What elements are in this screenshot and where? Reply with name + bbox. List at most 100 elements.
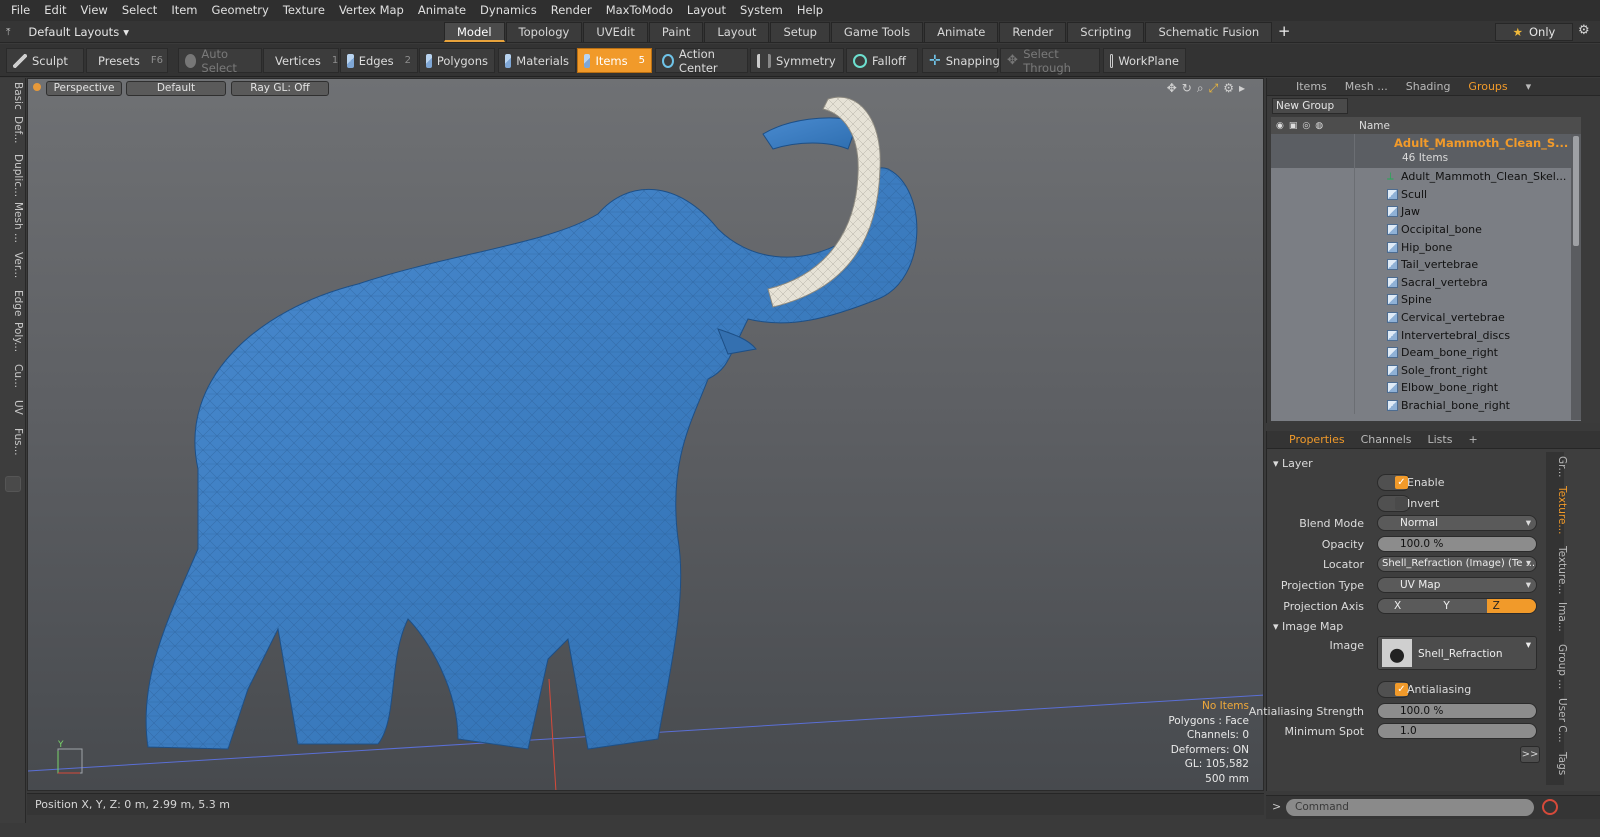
tab-render[interactable]: Render: [999, 22, 1067, 42]
add-tab-icon[interactable]: +: [1460, 431, 1485, 449]
workplane-button[interactable]: WorkPlane: [1103, 48, 1186, 73]
panel-menu-icon[interactable]: ▾: [1517, 78, 1541, 96]
tab-animate[interactable]: Animate: [924, 22, 999, 42]
record-icon[interactable]: [1542, 799, 1558, 815]
menu-view[interactable]: View: [74, 0, 115, 21]
select-through-button[interactable]: ✥ Select Through: [1000, 47, 1100, 75]
list-item[interactable]: Cervical_vertebrae: [1271, 308, 1581, 327]
menu-texture[interactable]: Texture: [276, 0, 332, 21]
render-icon[interactable]: ◎: [1302, 121, 1310, 131]
presets-button[interactable]: Presets F6: [86, 48, 168, 73]
group-row[interactable]: Adult_Mammoth_Clean_S... 46 Items: [1271, 134, 1581, 168]
left-tab-deform[interactable]: Def...: [2, 116, 24, 144]
min-spot-field[interactable]: 1.0: [1377, 723, 1537, 739]
menu-file[interactable]: File: [4, 0, 37, 21]
command-input[interactable]: Command: [1286, 799, 1534, 816]
add-tab-icon[interactable]: +: [1273, 22, 1295, 42]
menu-help[interactable]: Help: [790, 0, 830, 21]
axis-x-option[interactable]: X: [1378, 599, 1437, 613]
tab-scripting[interactable]: Scripting: [1067, 22, 1145, 42]
snapping-button[interactable]: ✛ Snapping: [922, 48, 1000, 73]
tab-mesh[interactable]: Mesh ...: [1336, 78, 1397, 96]
menu-render[interactable]: Render: [544, 0, 599, 21]
opacity-field[interactable]: 100.0 %: [1377, 536, 1537, 552]
vertices-button[interactable]: Vertices 1: [263, 48, 339, 73]
left-tab-edge[interactable]: Edge: [2, 290, 24, 316]
menu-dynamics[interactable]: Dynamics: [473, 0, 544, 21]
select-icon[interactable]: ◍: [1315, 121, 1323, 131]
list-item[interactable]: Spine: [1271, 291, 1581, 309]
auto-select-button[interactable]: Auto Select: [178, 47, 262, 75]
menu-geometry[interactable]: Geometry: [205, 0, 276, 21]
projection-type-dropdown[interactable]: UV Map: [1377, 577, 1537, 593]
lock-icon[interactable]: ▣: [1289, 121, 1298, 131]
menu-maxtomodo[interactable]: MaxToModo: [599, 0, 680, 21]
menu-layout[interactable]: Layout: [680, 0, 733, 21]
left-strip-toggle[interactable]: [5, 476, 21, 492]
left-tab-vertex[interactable]: Ver...: [2, 252, 24, 278]
tab-uvedit[interactable]: UVEdit: [583, 22, 648, 42]
gear-icon[interactable]: ⚙: [1578, 23, 1590, 38]
symmetry-button[interactable]: Symmetry: [750, 48, 844, 73]
antialiasing-checkbox[interactable]: ✓: [1377, 681, 1411, 698]
list-item[interactable]: Intervertebral_discs: [1271, 326, 1581, 344]
menu-animate[interactable]: Animate: [411, 0, 473, 21]
only-button[interactable]: ★ Only: [1495, 23, 1573, 41]
side-tab-texture[interactable]: Texture...: [1546, 546, 1568, 594]
left-tab-fusion[interactable]: Fus...: [2, 428, 24, 456]
left-tab-uv[interactable]: UV: [2, 400, 24, 415]
list-item[interactable]: Occipital_bone: [1271, 220, 1581, 239]
side-tab-group[interactable]: Gr...: [1546, 456, 1568, 478]
more-button[interactable]: >>: [1520, 746, 1540, 763]
side-tab-tags[interactable]: Tags: [1546, 752, 1568, 775]
tab-game-tools[interactable]: Game Tools: [830, 22, 924, 42]
tab-properties[interactable]: Properties: [1281, 431, 1353, 449]
items-button[interactable]: Items 5: [577, 48, 652, 73]
left-tab-curve[interactable]: Cu...: [2, 364, 24, 388]
edges-button[interactable]: Edges 2: [340, 48, 418, 73]
new-group-button[interactable]: New Group: [1272, 98, 1348, 114]
enable-checkbox[interactable]: ✓: [1377, 474, 1411, 491]
locator-dropdown[interactable]: Shell_Refraction (Image) (Te ...: [1377, 556, 1537, 572]
list-item[interactable]: Brachial_bone_right: [1271, 396, 1581, 415]
falloff-button[interactable]: Falloff: [846, 48, 918, 73]
tab-layout[interactable]: Layout: [704, 22, 770, 42]
layout-selector[interactable]: ⤒ Default Layouts ▾: [6, 23, 129, 41]
image-map-section[interactable]: ▾ Image Map: [1273, 620, 1343, 633]
tab-paint[interactable]: Paint: [648, 22, 704, 42]
menu-item[interactable]: Item: [164, 0, 204, 21]
left-tab-duplicate[interactable]: Duplic...: [2, 154, 24, 197]
list-item[interactable]: Sole_front_right: [1271, 361, 1581, 380]
tab-schematic-fusion[interactable]: Schematic Fusion: [1145, 22, 1273, 42]
list-item[interactable]: Sacral_vertebra: [1271, 273, 1581, 292]
tab-groups[interactable]: Groups: [1459, 78, 1516, 96]
scrollbar-thumb[interactable]: [1573, 136, 1579, 246]
menu-select[interactable]: Select: [115, 0, 164, 21]
aa-strength-field[interactable]: 100.0 %: [1377, 703, 1537, 719]
action-center-button[interactable]: Action Center: [655, 47, 748, 75]
tab-shading[interactable]: Shading: [1397, 78, 1460, 96]
left-tab-mesh[interactable]: Mesh ...: [2, 202, 24, 243]
list-item[interactable]: ⟂ Adult_Mammoth_Clean_Skel...: [1271, 168, 1581, 186]
tab-model[interactable]: Model: [444, 22, 505, 42]
list-item[interactable]: Tail_vertebrae: [1271, 255, 1581, 274]
left-tab-polygon[interactable]: Poly...: [2, 322, 24, 352]
side-tab-texture-active[interactable]: Texture...: [1546, 486, 1568, 534]
list-item[interactable]: Jaw: [1271, 203, 1581, 221]
list-item[interactable]: Scull: [1271, 185, 1581, 204]
left-tab-basic[interactable]: Basic: [2, 82, 24, 110]
menu-system[interactable]: System: [733, 0, 790, 21]
tab-setup[interactable]: Setup: [770, 22, 830, 42]
layer-section[interactable]: ▾ Layer: [1273, 457, 1313, 470]
invert-checkbox[interactable]: [1377, 495, 1411, 512]
name-column-header[interactable]: Name: [1359, 120, 1390, 132]
blend-mode-dropdown[interactable]: Normal: [1377, 515, 1537, 531]
image-selector[interactable]: Shell_Refraction ▾: [1377, 636, 1537, 670]
sculpt-button[interactable]: Sculpt: [6, 48, 84, 73]
tab-items[interactable]: Items: [1287, 78, 1336, 96]
menu-edit[interactable]: Edit: [37, 0, 73, 21]
side-tab-group-2[interactable]: Group ...: [1546, 644, 1568, 689]
list-item[interactable]: Deam_bone_right: [1271, 343, 1581, 362]
list-item[interactable]: Elbow_bone_right: [1271, 379, 1581, 397]
menu-vertex-map[interactable]: Vertex Map: [332, 0, 411, 21]
